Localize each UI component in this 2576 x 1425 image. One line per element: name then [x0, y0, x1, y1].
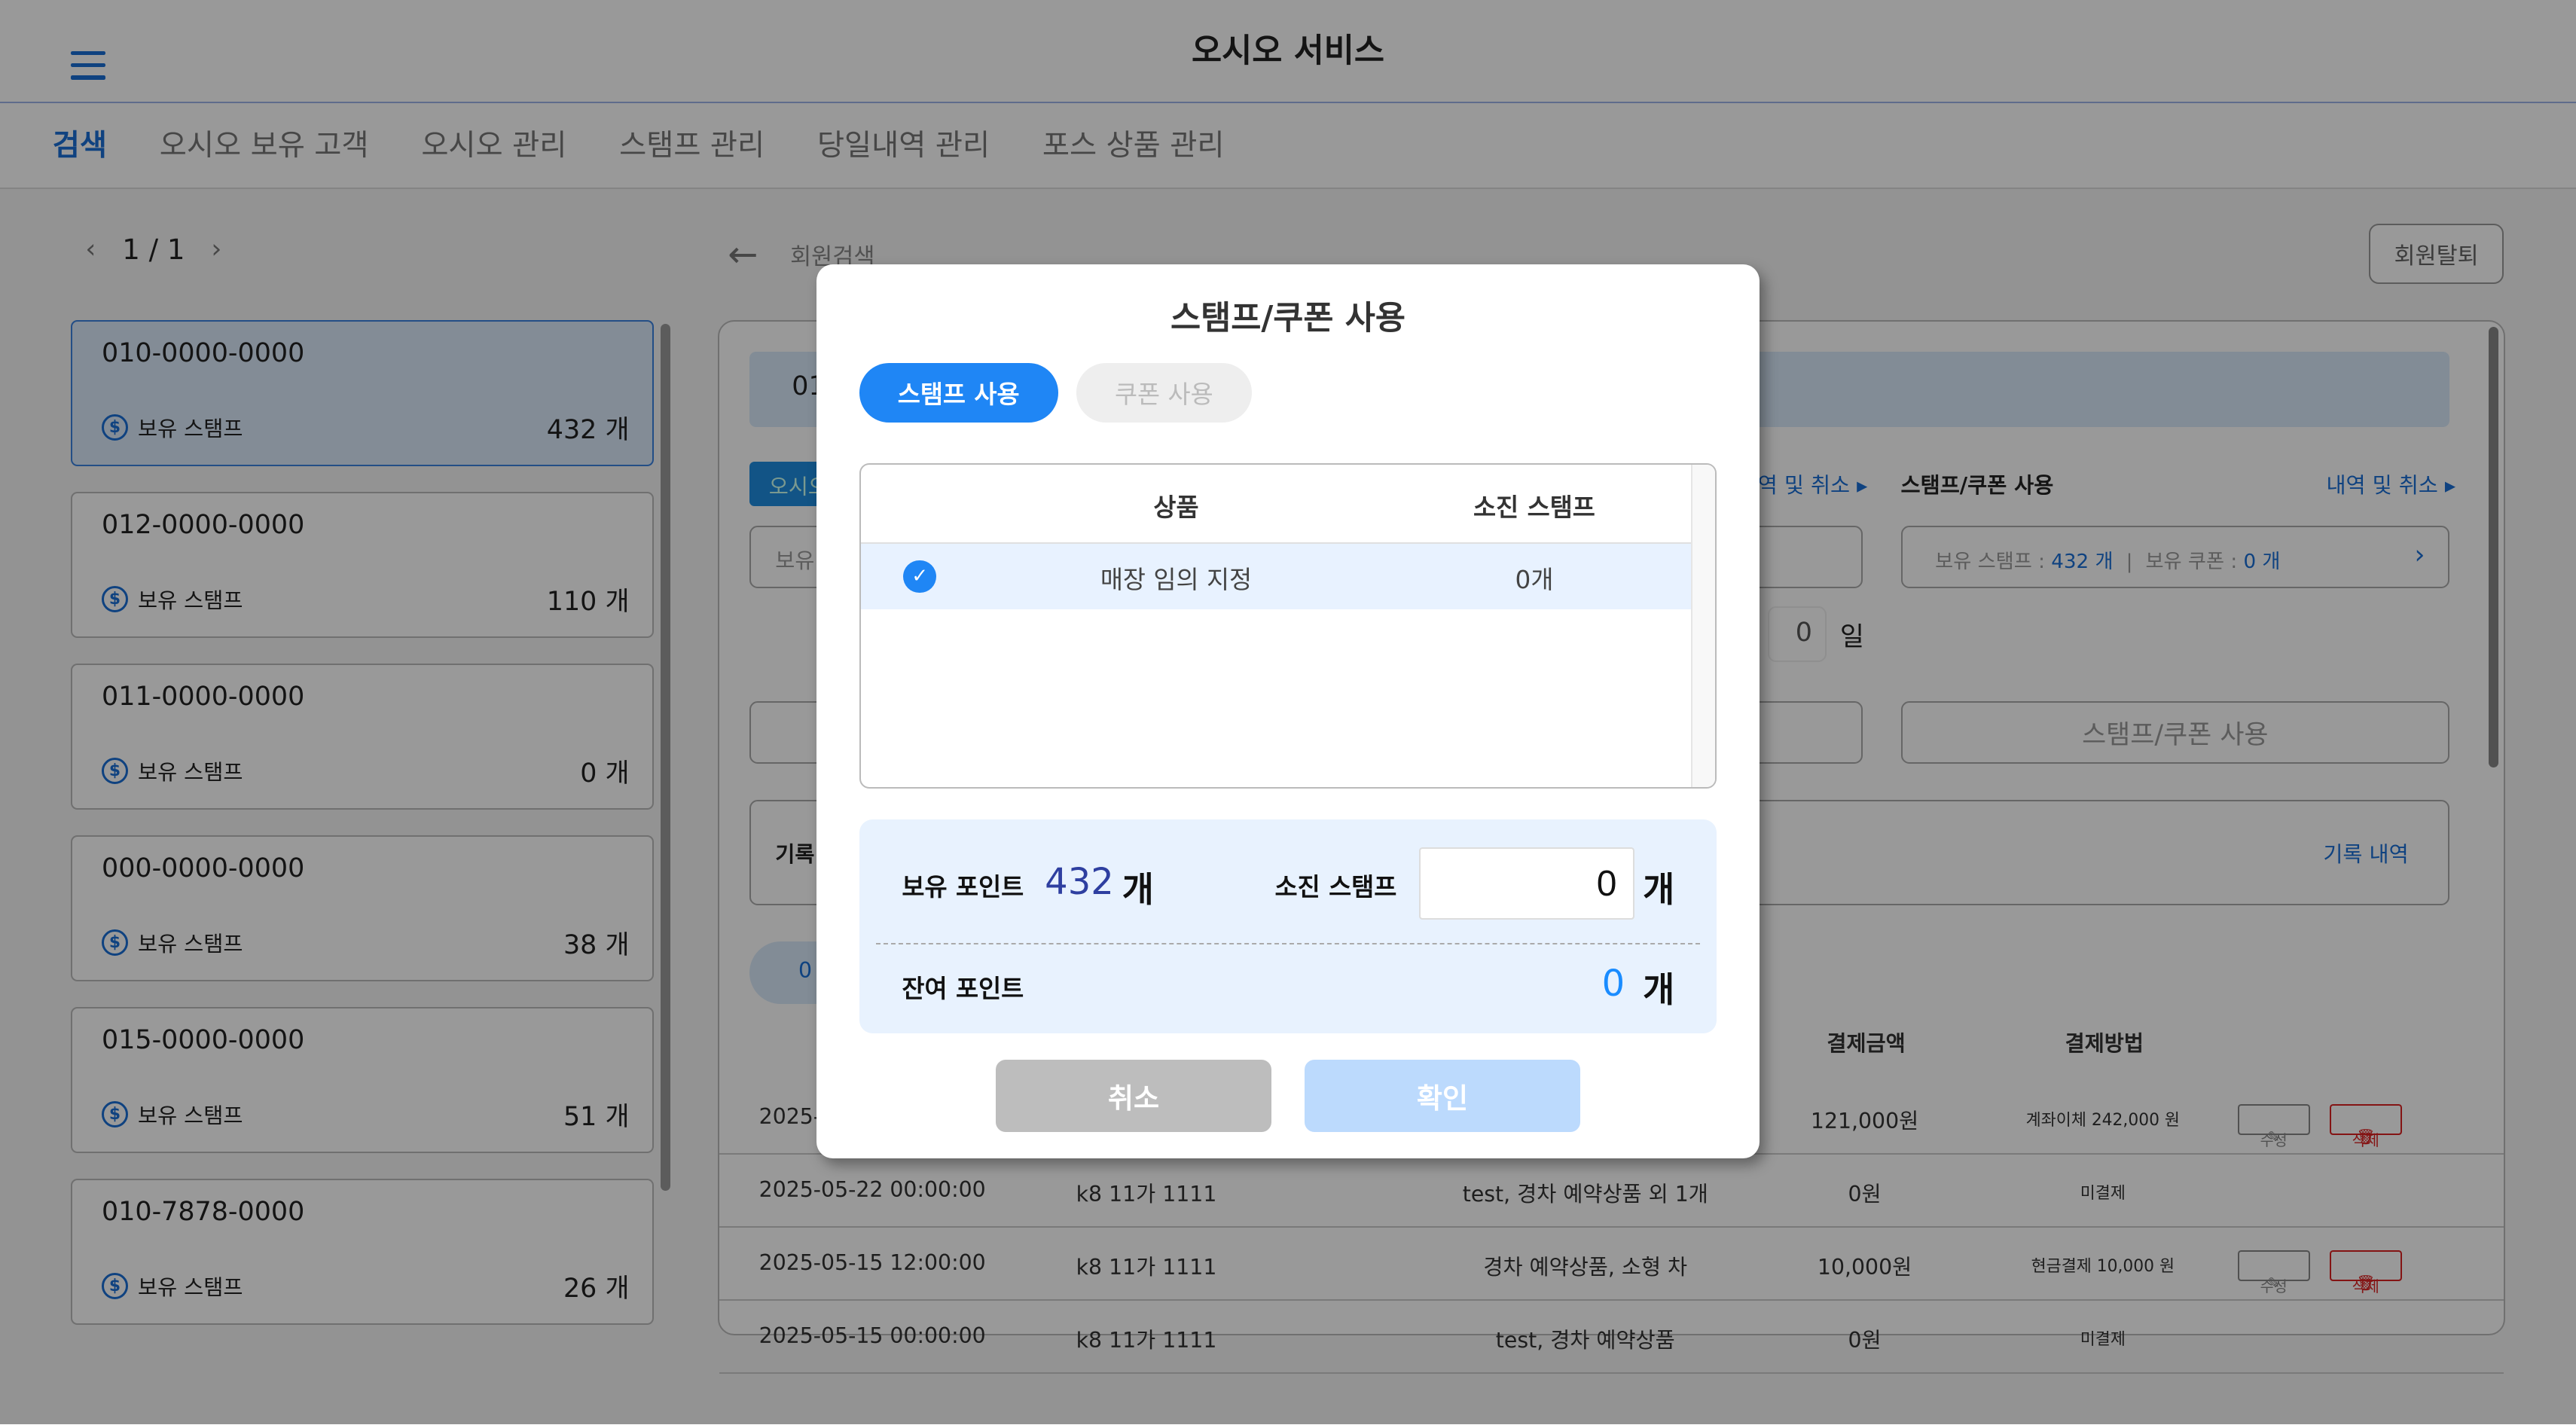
- held-points-label: 보유 포인트: [902, 872, 1024, 902]
- stamp-coupon-modal: 스탬프/쿠폰 사용 스탬프 사용 쿠폰 사용 상품 소진 스탬프 ✓ 매장 임의…: [816, 264, 1760, 1158]
- tab-coupon-use[interactable]: 쿠폰 사용: [1076, 363, 1252, 423]
- confirm-button[interactable]: 확인: [1304, 1059, 1581, 1132]
- product-table: 상품 소진 스탬프 ✓ 매장 임의 지정 0개: [859, 463, 1717, 789]
- modal-title: 스탬프/쿠폰 사용: [1170, 300, 1406, 338]
- col-used-stamp: 소진 스탬프: [1473, 493, 1595, 522]
- used-stamp-label: 소진 스탬프: [1274, 872, 1397, 902]
- held-points-value: 432: [1045, 860, 1114, 903]
- remain-points-unit: 개: [1643, 969, 1675, 1011]
- remain-points-label: 잔여 포인트: [902, 974, 1024, 1003]
- used-stamp-unit: 개: [1643, 869, 1675, 911]
- table-scrollbar[interactable]: [1690, 465, 1716, 787]
- check-circle-icon[interactable]: ✓: [903, 560, 937, 593]
- divider: [875, 942, 1701, 944]
- col-product: 상품: [1153, 493, 1199, 522]
- app-root: 오시오 서비스 검색 오시오 보유 고객 오시오 관리 스탬프 관리 당일내역 …: [0, 0, 2576, 1425]
- cancel-button[interactable]: 취소: [995, 1059, 1272, 1132]
- product-name: 매장 임의 지정: [1100, 565, 1253, 594]
- held-points-unit: 개: [1122, 869, 1154, 911]
- remain-points-value: 0: [1601, 963, 1625, 1005]
- tab-stamp-use[interactable]: 스탬프 사용: [859, 363, 1058, 423]
- product-stamp: 0개: [1515, 565, 1554, 594]
- points-summary: 보유 포인트 432 개 소진 스탬프 개 잔여 포인트 0 개: [859, 819, 1717, 1033]
- table-row[interactable]: ✓ 매장 임의 지정 0개: [860, 543, 1695, 609]
- used-stamp-input[interactable]: [1419, 847, 1635, 920]
